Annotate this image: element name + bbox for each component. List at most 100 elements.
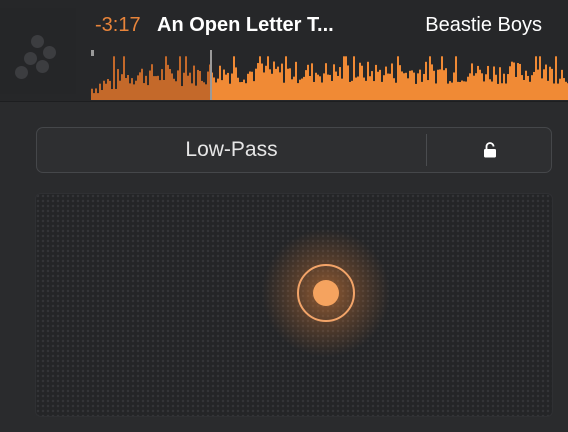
waveform-bar [143,83,145,100]
waveform-bar [545,64,547,100]
waveform-bar [415,83,417,100]
waveform-bar [365,80,367,100]
waveform-bar [445,68,447,100]
waveform-bar [513,62,515,100]
waveform-bar [565,81,567,100]
waveform-bar [117,69,119,100]
playhead[interactable] [210,50,212,100]
waveform-bar [109,80,111,100]
waveform-bar [319,76,321,100]
waveform-bar [275,68,277,100]
waveform-bar [435,83,437,100]
waveform-bar [177,70,179,100]
waveform-bar [411,70,413,100]
waveform-bar [381,81,383,100]
waveform-bar [541,78,543,100]
waveform-bar [383,75,385,100]
filter-type-button[interactable]: Low-Pass [37,128,426,172]
waveform-bar [299,79,301,100]
waveform-bar [535,56,537,100]
waveform-bar [231,73,233,100]
waveform-bar [135,80,137,100]
waveform-bar [165,56,167,100]
waveform-bar [421,81,423,100]
waveform-bar [353,56,355,100]
waveform-bar [195,85,197,100]
waveform-bar [369,76,371,100]
album-artwork[interactable] [0,8,76,94]
waveform-bar [343,56,345,100]
waveform-bar [233,56,235,100]
waveform-bar [457,81,459,100]
waveform-bar [437,69,439,100]
waveform-bar [501,83,503,100]
waveform-bar [529,81,531,100]
waveform-bar [333,64,335,100]
waveform-bar [461,80,463,100]
waveform-bar [273,61,275,100]
waveform-bar [361,65,363,100]
waveform-bar [481,73,483,100]
waveform-bar [241,81,243,100]
waveform-bar [505,83,507,100]
waveform-bar [169,69,171,100]
waveform-bar [479,69,481,100]
waveform-bar [321,82,323,100]
waveform-bar [391,63,393,100]
cue-marker [91,50,94,56]
waveform-bar [335,71,337,100]
waveform-bar [215,82,217,100]
lock-button[interactable] [427,128,552,172]
waveform-bar [217,78,219,100]
waveform[interactable] [91,50,568,100]
waveform-bar [389,73,391,100]
artwork-dot [15,66,28,79]
waveform-bar [113,56,115,100]
filter-selector: Low-Pass [36,127,552,173]
waveform-bar [357,76,359,100]
waveform-bar [103,80,105,100]
waveform-bar [269,69,271,100]
waveform-bar [495,74,497,100]
waveform-bar [91,88,93,100]
waveform-bar [339,67,341,100]
waveform-bar [307,64,309,100]
waveform-bar [225,74,227,100]
waveform-bar [509,66,511,100]
waveform-bar [367,61,369,100]
artwork-dot [36,60,49,73]
waveform-bar [395,82,397,100]
waveform-bar [185,56,187,100]
waveform-bar [145,75,147,100]
waveform-bar [249,71,251,100]
waveform-bar [459,82,461,100]
waveform-bar [131,78,133,100]
waveform-bar [373,81,375,100]
waveform-bar [363,77,365,100]
waveform-bar [253,81,255,100]
waveform-bar [551,68,553,100]
waveform-bar [133,84,135,100]
waveform-bar [521,75,523,100]
waveform-bar [199,71,201,100]
waveform-bar [473,75,475,100]
xy-effect-pad[interactable] [35,193,553,417]
waveform-bar [557,83,559,100]
waveform-bar [403,73,405,100]
waveform-graphic [91,50,568,100]
waveform-bar [173,78,175,100]
waveform-bar [419,69,421,100]
waveform-bar [153,76,155,100]
xy-pad-handle[interactable] [297,264,355,322]
waveform-bar [439,69,441,100]
waveform-bar [251,71,253,100]
waveform-bar [317,74,319,100]
waveform-bar [401,71,403,100]
waveform-bar [111,89,113,100]
waveform-bar [271,73,273,100]
waveform-bar [327,74,329,100]
waveform-bar [255,68,257,100]
waveform-bar [289,68,291,100]
waveform-bar [537,69,539,100]
waveform-bar [549,66,551,100]
